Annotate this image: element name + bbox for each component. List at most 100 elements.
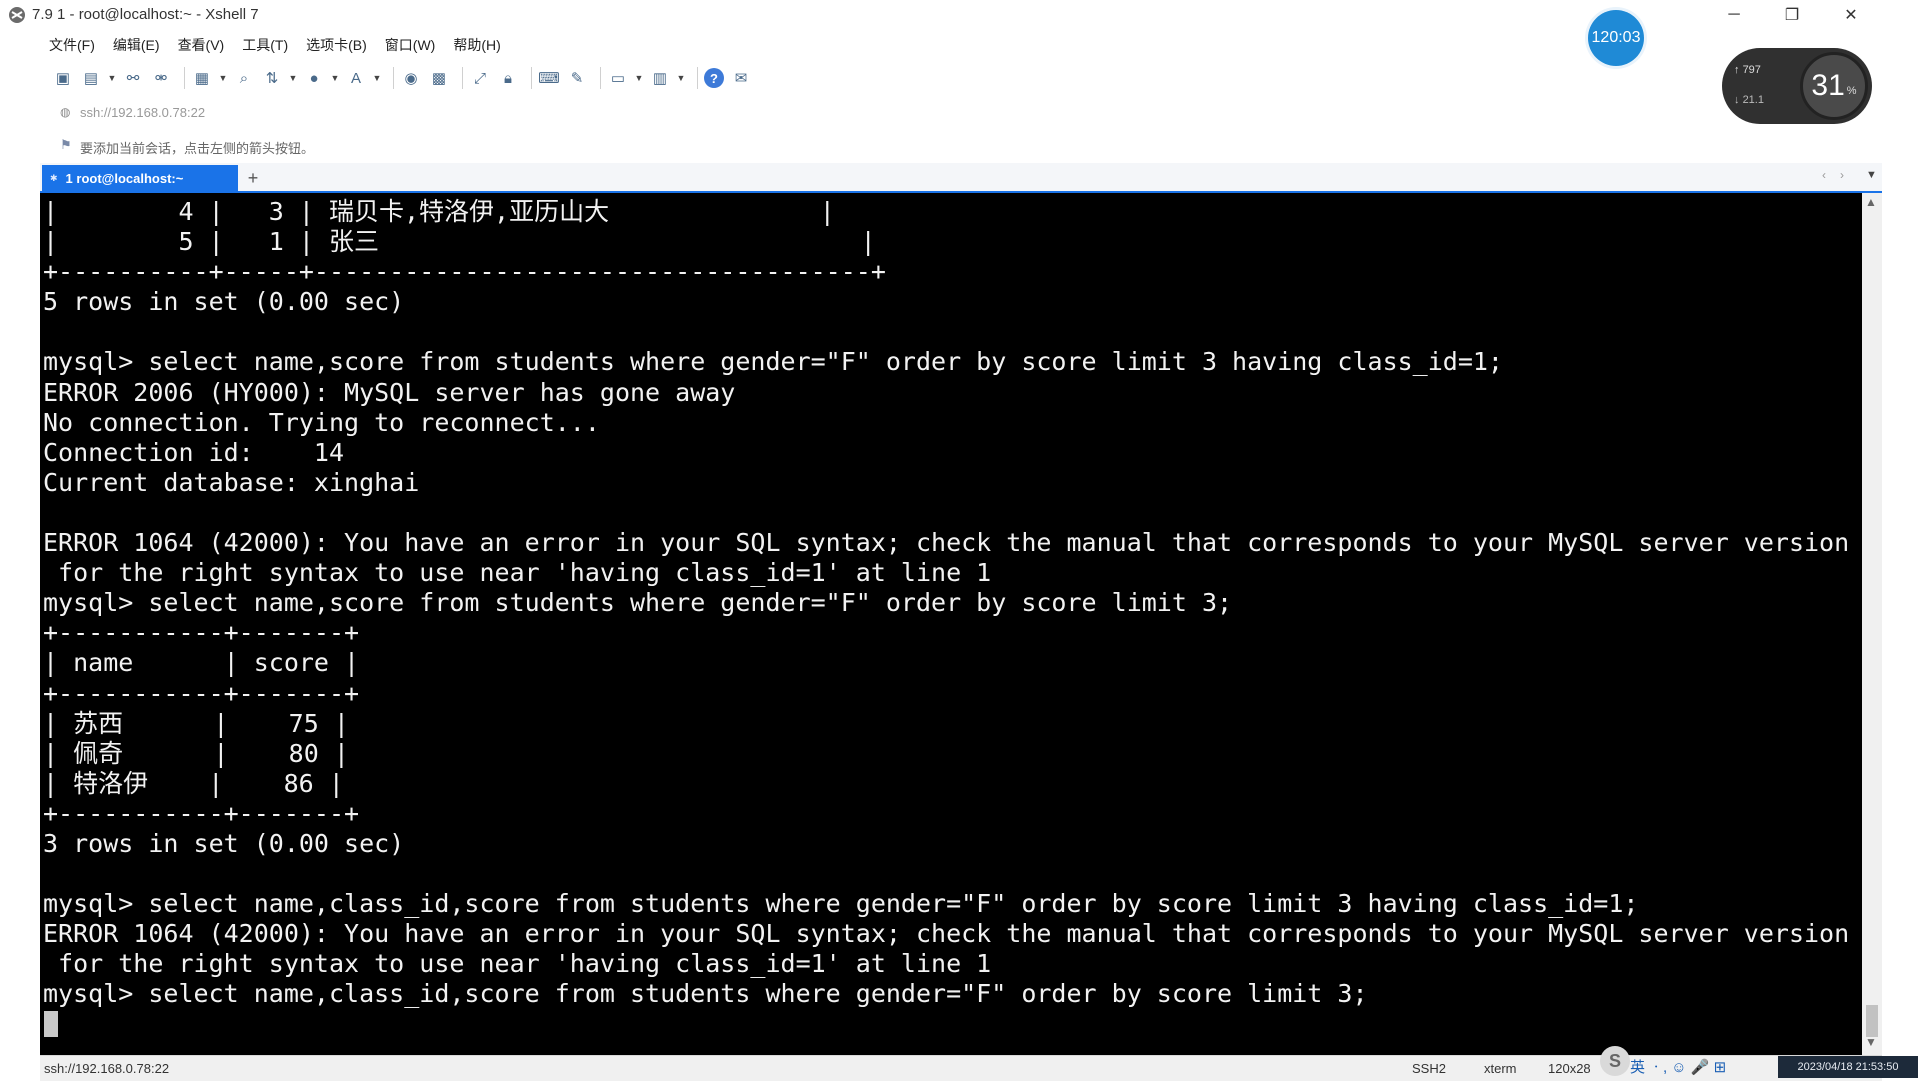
chevron-down-icon[interactable]: ▼ bbox=[635, 67, 644, 89]
usage-gauge: 31 % bbox=[1800, 52, 1868, 120]
chevron-down-icon[interactable]: ▼ bbox=[677, 67, 686, 89]
terminal-line: for the right syntax to use near 'having… bbox=[43, 949, 992, 979]
add-tab-button[interactable]: + bbox=[240, 165, 266, 191]
tab-scroll-right-icon[interactable]: › bbox=[1840, 168, 1844, 182]
terminal-line: 3 rows in set (0.00 sec) bbox=[43, 828, 405, 858]
xmanager-icon[interactable]: ▩ bbox=[428, 67, 450, 89]
globe-icon[interactable]: ● bbox=[303, 67, 325, 89]
terminal-line: +-----------+-------+ bbox=[43, 678, 360, 708]
terminal-line: ERROR 1064 (42000): You have an error in… bbox=[43, 919, 1850, 949]
terminal-line: 5 rows in set (0.00 sec) bbox=[43, 287, 405, 317]
help-icon[interactable]: ? bbox=[704, 68, 724, 88]
tab-list-dropdown-icon[interactable]: ▼ bbox=[1866, 169, 1877, 181]
terminal-line: | 4 | 3 | 瑞贝卡,特洛伊,亚历山大 | bbox=[43, 197, 835, 226]
terminal-line: | 佩奇 | 80 | bbox=[43, 738, 349, 768]
bookmark-icon[interactable]: ⚑ bbox=[60, 137, 72, 153]
disconnect-icon[interactable]: ⚮ bbox=[150, 67, 172, 89]
address-bar[interactable]: ◍ ssh://192.168.0.78:22 bbox=[40, 102, 1882, 124]
close-button[interactable]: ✕ bbox=[1822, 0, 1880, 30]
ime-status[interactable]: 英 ㆍ, ☺ 🎤 ⊞ bbox=[1630, 1056, 1726, 1077]
toolbar-divider bbox=[531, 67, 532, 89]
address-text[interactable]: ssh://192.168.0.78:22 bbox=[80, 105, 205, 120]
chat-icon[interactable]: ✉ bbox=[730, 67, 752, 89]
font-icon[interactable]: A bbox=[345, 67, 367, 89]
fullscreen-icon[interactable]: ⤢ bbox=[469, 67, 491, 89]
scroll-down-icon[interactable]: ▼ bbox=[1865, 1035, 1877, 1049]
connect-icon[interactable]: ⚯ bbox=[122, 67, 144, 89]
script-icon[interactable]: ✎ bbox=[566, 67, 588, 89]
toolbar-divider bbox=[462, 67, 463, 89]
terminal-line: Connection id: 14 bbox=[43, 437, 345, 467]
chevron-down-icon[interactable]: ▼ bbox=[373, 67, 382, 89]
terminal-line: Current database: xinghai bbox=[43, 467, 420, 497]
keyboard-icon[interactable]: ⌨ bbox=[538, 67, 560, 89]
terminal-line: mysql> select name,class_id,score from s… bbox=[43, 979, 1368, 1009]
chevron-down-icon[interactable]: ▼ bbox=[219, 67, 228, 89]
toolbar-divider bbox=[393, 67, 394, 89]
toolbar-divider bbox=[184, 67, 185, 89]
layout-icon[interactable]: ▭ bbox=[607, 67, 629, 89]
session-hint-text: 要添加当前会话，点击左侧的箭头按钮。 bbox=[80, 141, 315, 156]
terminal-line: +-----------+-------+ bbox=[43, 798, 360, 828]
system-clock: 2023/04/18 21:53:50 bbox=[1778, 1056, 1918, 1078]
new-session-icon[interactable]: ▣ bbox=[52, 67, 74, 89]
transfer-icon[interactable]: ⇅ bbox=[261, 67, 283, 89]
terminal-line: | 苏西 | 75 | bbox=[43, 708, 349, 738]
xftp-icon[interactable]: ◉ bbox=[400, 67, 422, 89]
tab-session-1[interactable]: ✱ 1 root@localhost:~ bbox=[42, 165, 238, 191]
terminal-line: | 特洛伊 | 86 | bbox=[43, 768, 344, 798]
recording-timer-badge[interactable]: 120:03 bbox=[1588, 10, 1644, 66]
terminal-line: +-----------+-------+ bbox=[43, 618, 360, 648]
session-hint-bar: ⚑ 要添加当前会话，点击左侧的箭头按钮。 bbox=[40, 135, 1882, 157]
chevron-down-icon[interactable]: ▼ bbox=[108, 67, 117, 89]
menu-tab[interactable]: 选项卡(B) bbox=[297, 33, 376, 57]
session-icon: ◍ bbox=[60, 105, 71, 119]
terminal-pane[interactable]: | 4 | 3 | 瑞贝卡,特洛伊,亚历山大 | | 5 | 1 | 张三 | +-… bbox=[40, 193, 1862, 1055]
menu-window[interactable]: 窗口(W) bbox=[376, 33, 445, 57]
terminal-line: mysql> select name,class_id,score from s… bbox=[43, 889, 1639, 919]
xshell-app-icon bbox=[9, 7, 25, 23]
scroll-up-icon[interactable]: ▲ bbox=[1865, 195, 1877, 209]
network-monitor-widget[interactable]: ↑ 797 ↓ 21.1 31 % bbox=[1722, 48, 1872, 124]
terminal-line: ERROR 2006 (HY000): MySQL server has gon… bbox=[43, 377, 736, 407]
maximize-button[interactable]: ❐ bbox=[1763, 0, 1821, 30]
find-icon[interactable]: ⌕ bbox=[233, 67, 255, 89]
menu-tools[interactable]: 工具(T) bbox=[233, 33, 297, 57]
tab-scroll-left-icon[interactable]: ‹ bbox=[1822, 168, 1826, 182]
terminal-line: | 5 | 1 | 张三 | bbox=[43, 227, 876, 257]
sogou-ime-icon[interactable]: S bbox=[1600, 1046, 1630, 1076]
menu-edit[interactable]: 编辑(E) bbox=[104, 33, 169, 57]
minimize-button[interactable]: ─ bbox=[1705, 0, 1763, 30]
menu-file[interactable]: 文件(F) bbox=[40, 33, 104, 57]
terminal-line: mysql> select name,score from students w… bbox=[43, 588, 1233, 618]
usage-gauge-unit: % bbox=[1846, 85, 1857, 97]
status-terminal-size: 120x28 bbox=[1548, 1061, 1591, 1076]
lock-icon[interactable]: 🔒︎ bbox=[497, 67, 519, 89]
scroll-thumb[interactable] bbox=[1866, 1005, 1878, 1037]
tab-strip: ✱ 1 root@localhost:~ + ‹ › ▼ bbox=[40, 163, 1882, 193]
terminal-cursor bbox=[44, 1011, 58, 1037]
download-speed: ↓ 21.1 bbox=[1734, 94, 1764, 106]
toolbar-divider bbox=[600, 67, 601, 89]
status-terminal-type: xterm bbox=[1484, 1061, 1517, 1076]
toolbar: ▣ ▤ ▼ ⚯ ⚮ ▦ ▼ ⌕ ⇅ ▼ ● ▼ A ▼ ◉ ▩ ⤢ 🔒︎ ⌨ ✎… bbox=[52, 64, 758, 92]
upload-speed: ↑ 797 bbox=[1734, 64, 1761, 76]
status-protocol: SSH2 bbox=[1412, 1061, 1446, 1076]
menu-view[interactable]: 查看(V) bbox=[169, 33, 234, 57]
open-folder-icon[interactable]: ▤ bbox=[80, 67, 102, 89]
terminal-scrollbar[interactable]: ▲ ▼ bbox=[1862, 193, 1882, 1055]
terminal-line: ERROR 1064 (42000): You have an error in… bbox=[43, 528, 1850, 558]
compose-icon[interactable]: ▥ bbox=[649, 67, 671, 89]
menu-help[interactable]: 帮助(H) bbox=[444, 33, 509, 57]
usage-gauge-value: 31 bbox=[1811, 69, 1845, 102]
chevron-down-icon[interactable]: ▼ bbox=[289, 67, 298, 89]
tab-label: 1 root@localhost:~ bbox=[65, 170, 184, 186]
chevron-down-icon[interactable]: ▼ bbox=[331, 67, 340, 89]
properties-icon[interactable]: ▦ bbox=[191, 67, 213, 89]
toolbar-divider bbox=[697, 67, 698, 89]
terminal-output: | 4 | 3 | 瑞贝卡,特洛伊,亚历山大 | | 5 | 1 | 张三 | +-… bbox=[43, 197, 1849, 1010]
status-address: ssh://192.168.0.78:22 bbox=[44, 1061, 170, 1076]
terminal-line: for the right syntax to use near 'having… bbox=[43, 558, 992, 588]
